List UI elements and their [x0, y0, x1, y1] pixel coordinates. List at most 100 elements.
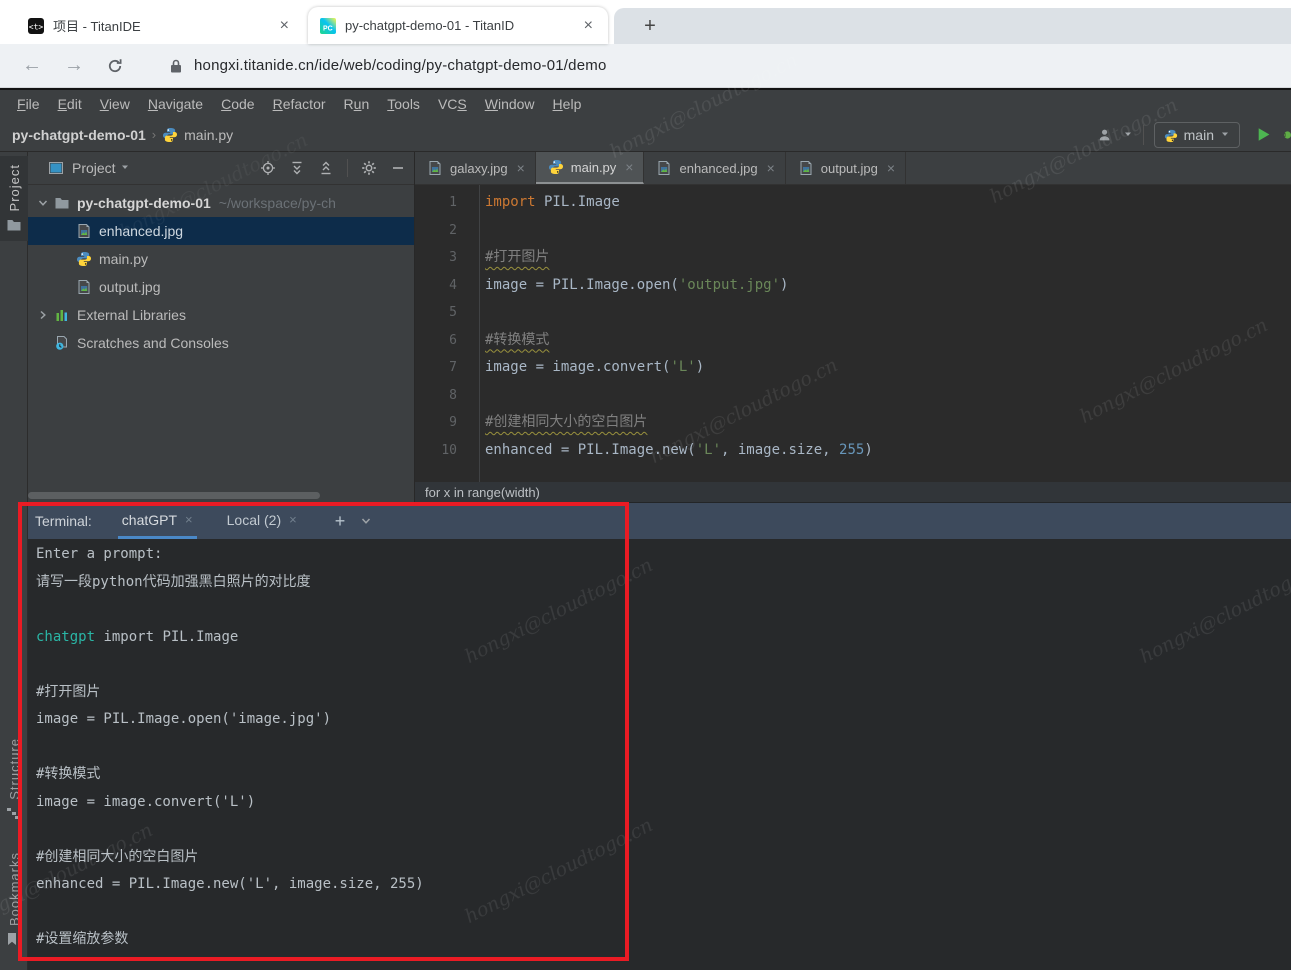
editor-tab-label: main.py [571, 160, 617, 175]
menu-tools[interactable]: Tools [378, 96, 429, 112]
code-line: 3#打开图片 [415, 244, 1291, 272]
close-icon[interactable]: × [581, 17, 596, 35]
breadcrumb-separator: › [152, 127, 156, 142]
code-line: 5 [415, 299, 1291, 327]
editor-tabbar: galaxy.jpg×main.py×enhanced.jpg×output.j… [415, 152, 1291, 185]
browser-tab[interactable]: <t> 项目 - TitanIDE × [16, 7, 304, 44]
tree-item-label: py-chatgpt-demo-01 [77, 195, 211, 211]
line-number: 3 [415, 244, 457, 272]
breadcrumb-project[interactable]: py-chatgpt-demo-01 [12, 127, 146, 143]
tree-row-scratches[interactable]: Scratches and Consoles [28, 329, 414, 357]
line-number: 10 [415, 437, 457, 465]
collapse-all-icon[interactable] [318, 160, 334, 176]
hide-icon[interactable] [390, 160, 406, 176]
ide-navbar: py-chatgpt-demo-01 › main.py main [0, 118, 1291, 152]
chevron-down-icon [1220, 126, 1230, 144]
menu-view[interactable]: View [91, 96, 139, 112]
editor-tab[interactable]: output.jpg× [786, 152, 906, 184]
navbar-right-controls: main [1097, 118, 1291, 152]
close-icon[interactable]: × [625, 159, 633, 175]
editor-tab[interactable]: main.py × [536, 152, 645, 184]
image-file-icon [427, 160, 443, 176]
settings-icon[interactable] [361, 160, 377, 176]
pycharm-icon: PC [320, 18, 336, 34]
browser-tab-title: py-chatgpt-demo-01 - TitanID [345, 18, 573, 33]
line-number: 4 [415, 272, 457, 300]
chevron-right-icon[interactable] [36, 308, 50, 322]
editor-tab[interactable]: enhanced.jpg × [644, 152, 785, 184]
menu-navigate[interactable]: Navigate [139, 96, 212, 112]
python-file-icon [548, 159, 564, 175]
menu-file[interactable]: File [8, 96, 49, 112]
folder-icon [6, 217, 22, 233]
close-icon[interactable]: × [767, 160, 775, 176]
code-line: 6#转换模式 [415, 327, 1291, 355]
menu-vcs[interactable]: VCS [429, 96, 476, 112]
tree-item-label: main.py [99, 251, 148, 267]
code-text [457, 217, 485, 245]
browser-tab[interactable]: PC py-chatgpt-demo-01 - TitanID × [308, 7, 608, 44]
code-line: 7image = image.convert('L') [415, 354, 1291, 382]
new-tab-button[interactable]: + [636, 13, 664, 41]
run-play-icon[interactable] [1256, 127, 1272, 143]
code-editor[interactable]: 1import PIL.Image23#打开图片4image = PIL.Ima… [415, 185, 1291, 482]
line-number: 8 [415, 382, 457, 410]
svg-text:<t>: <t> [29, 22, 44, 31]
tool-window-button-project[interactable]: Project [0, 156, 28, 241]
tool-window-icon [48, 160, 64, 176]
gutter-separator [479, 185, 480, 482]
tabstrip-empty-area: + [614, 8, 1291, 44]
run-config-selector[interactable]: main [1154, 122, 1240, 148]
tree-item-path: ~/workspace/py-ch [219, 195, 336, 211]
titanide-icon: <t> [28, 18, 44, 34]
forward-arrow-icon[interactable]: → [64, 54, 84, 77]
menu-edit[interactable]: Edit [49, 96, 91, 112]
project-panel-title[interactable]: Project [72, 160, 116, 176]
tree-row-external-libraries[interactable]: External Libraries [28, 301, 414, 329]
python-file-icon [162, 127, 178, 143]
tree-item-label: Scratches and Consoles [77, 335, 229, 351]
menu-window[interactable]: Window [476, 96, 544, 112]
lock-icon[interactable] [170, 58, 182, 74]
editor-tab-label: enhanced.jpg [679, 161, 757, 176]
close-icon[interactable]: × [887, 160, 895, 176]
screen: + <t> 项目 - TitanIDE × PC py-chatgpt-demo-01 … [0, 0, 1291, 970]
user-icon[interactable] [1097, 127, 1113, 143]
menu-help[interactable]: Help [544, 96, 591, 112]
code-text: #创建相同大小的空白图片 [457, 409, 647, 437]
tree-row-root[interactable]: py-chatgpt-demo-01 ~/workspace/py-ch [28, 189, 414, 217]
menu-refactor[interactable]: Refactor [264, 96, 335, 112]
editor-tab[interactable]: galaxy.jpg× [415, 152, 536, 184]
tree-item-label: enhanced.jpg [99, 223, 183, 239]
locate-icon[interactable] [260, 160, 276, 176]
tree-item-label: External Libraries [77, 307, 186, 323]
code-text [457, 382, 485, 410]
close-icon[interactable]: × [277, 17, 292, 35]
refresh-icon[interactable] [106, 57, 124, 75]
sticky-context-line[interactable]: for x in range(width) [415, 482, 1291, 503]
browser-tabstrip: + <t> 项目 - TitanIDE × PC py-chatgpt-demo-01 … [0, 0, 1291, 44]
tree-item-label: output.jpg [99, 279, 161, 295]
code-line: 9#创建相同大小的空白图片 [415, 409, 1291, 437]
menu-run[interactable]: Run [335, 96, 379, 112]
breadcrumb-file[interactable]: main.py [184, 127, 233, 143]
line-number: 7 [415, 354, 457, 382]
expand-all-icon[interactable] [289, 160, 305, 176]
close-icon[interactable]: × [517, 160, 525, 176]
chevron-down-icon [120, 159, 130, 177]
back-arrow-icon[interactable]: ← [22, 54, 42, 77]
menu-code[interactable]: Code [212, 96, 263, 112]
tree-row-file[interactable]: main.py [28, 245, 414, 273]
tree-row-file[interactable]: output.jpg [28, 273, 414, 301]
browser-tab-title: 项目 - TitanIDE [53, 16, 269, 35]
user-caret-icon [1123, 126, 1133, 144]
debug-bug-icon[interactable] [1282, 127, 1291, 143]
image-file-icon [798, 160, 814, 176]
address-bar[interactable]: hongxi.titanide.cn/ide/web/coding/py-cha… [194, 57, 606, 74]
chevron-down-icon[interactable] [36, 196, 50, 210]
code-text: image = image.convert('L') [457, 354, 704, 382]
project-horizontal-scrollbar[interactable] [28, 492, 320, 499]
tree-row-file[interactable]: enhanced.jpg [28, 217, 414, 245]
code-text [457, 299, 485, 327]
image-file-icon [76, 223, 92, 239]
